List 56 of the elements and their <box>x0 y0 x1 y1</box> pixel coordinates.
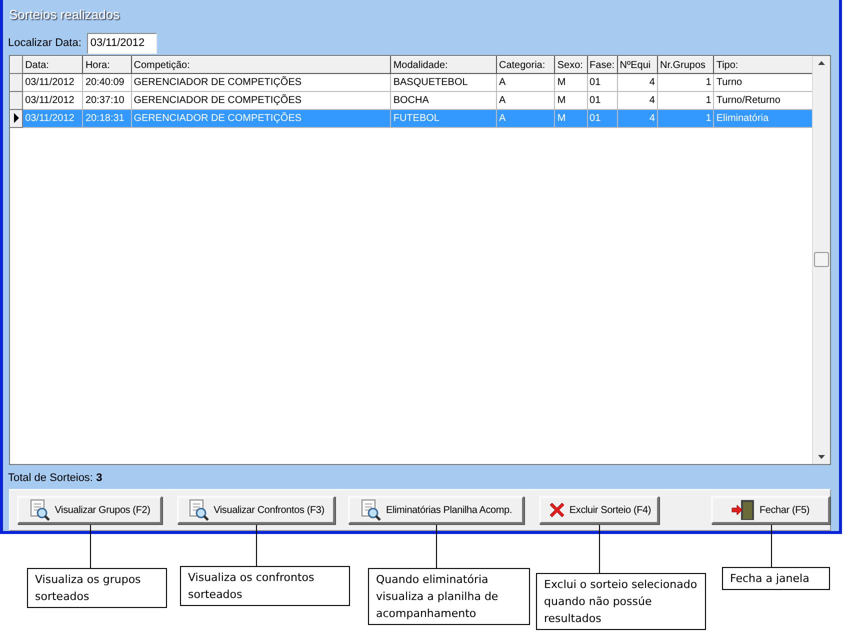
column-header[interactable]: Data: <box>22 56 83 74</box>
callout-note: Fecha a janela <box>722 567 830 590</box>
callout-note: Visualiza os confrontos sorteados <box>180 566 350 606</box>
delete-x-icon <box>547 500 566 520</box>
action-button[interactable]: Fechar (F5) <box>711 496 830 524</box>
leader-line <box>436 525 437 568</box>
table-cell: FUTEBOL <box>390 110 496 128</box>
table-cell: Eliminatória <box>714 110 812 128</box>
table-cell: 03/11/2012 <box>22 74 83 92</box>
row-indicator[interactable] <box>10 110 23 128</box>
table-cell: GERENCIADOR DE COMPETIÇÕES <box>131 74 391 92</box>
table-cell: 1 <box>657 110 714 128</box>
column-header[interactable]: Categoria: <box>496 56 555 74</box>
magnifier-document-icon <box>188 499 210 521</box>
filter-label: Localizar Data: <box>8 36 82 51</box>
leader-line <box>90 525 91 568</box>
table-cell: BASQUETEBOL <box>390 74 496 92</box>
table-cell: 4 <box>617 110 658 128</box>
column-header[interactable]: Fase: <box>587 56 618 74</box>
table-cell: A <box>496 110 555 128</box>
window-title: Sorteios realizados <box>9 6 120 24</box>
column-header[interactable]: NºEqui <box>617 56 658 74</box>
table-cell: M <box>554 74 588 92</box>
table-cell: 03/11/2012 <box>22 110 83 128</box>
date-field[interactable]: 03/11/2012 <box>87 32 158 54</box>
column-header[interactable]: Hora: <box>82 56 132 74</box>
table-cell: 20:40:09 <box>82 74 132 92</box>
callout-note: Visualiza os grupos sorteados <box>27 568 167 608</box>
column-header[interactable]: Sexo: <box>554 56 588 74</box>
action-button[interactable]: Visualizar Confrontos (F3) <box>177 496 335 524</box>
action-button[interactable]: Visualizar Grupos (F2) <box>17 496 162 524</box>
table-cell: 20:18:31 <box>82 110 132 128</box>
column-header[interactable]: Competição: <box>131 56 391 74</box>
leader-line <box>599 525 600 573</box>
action-button[interactable]: Eliminatórias Planilha Acomp. <box>348 496 524 524</box>
exit-door-icon <box>731 499 756 521</box>
callout-note: Exclui o sorteio selecionado quando não possúe resultados <box>536 573 706 630</box>
table-cell: 01 <box>587 74 618 92</box>
table-cell: M <box>554 110 588 128</box>
scroll-thumb[interactable] <box>814 252 829 267</box>
table-cell: 01 <box>587 110 618 128</box>
total-text: Total de Sorteios: 3 <box>8 472 102 484</box>
table-cell: 4 <box>617 74 658 92</box>
table-cell: 1 <box>657 74 714 92</box>
scrollbar[interactable] <box>812 56 830 464</box>
column-header[interactable]: Nr.Grupos <box>657 56 714 74</box>
leader-line <box>771 525 772 567</box>
callout-note: Quando eliminatória visualiza a planilha de acompanhamento <box>368 568 530 625</box>
column-header[interactable]: Modalidade: <box>390 56 496 74</box>
column-header[interactable]: Tipo: <box>714 56 812 74</box>
action-button[interactable]: Excluir Sorteio (F4) <box>539 496 659 524</box>
leader-line <box>256 525 257 566</box>
magnifier-document-icon <box>28 499 51 521</box>
table-cell: A <box>496 74 555 92</box>
magnifier-document-icon <box>360 499 382 521</box>
table-cell: GERENCIADOR DE COMPETIÇÕES <box>131 110 391 128</box>
